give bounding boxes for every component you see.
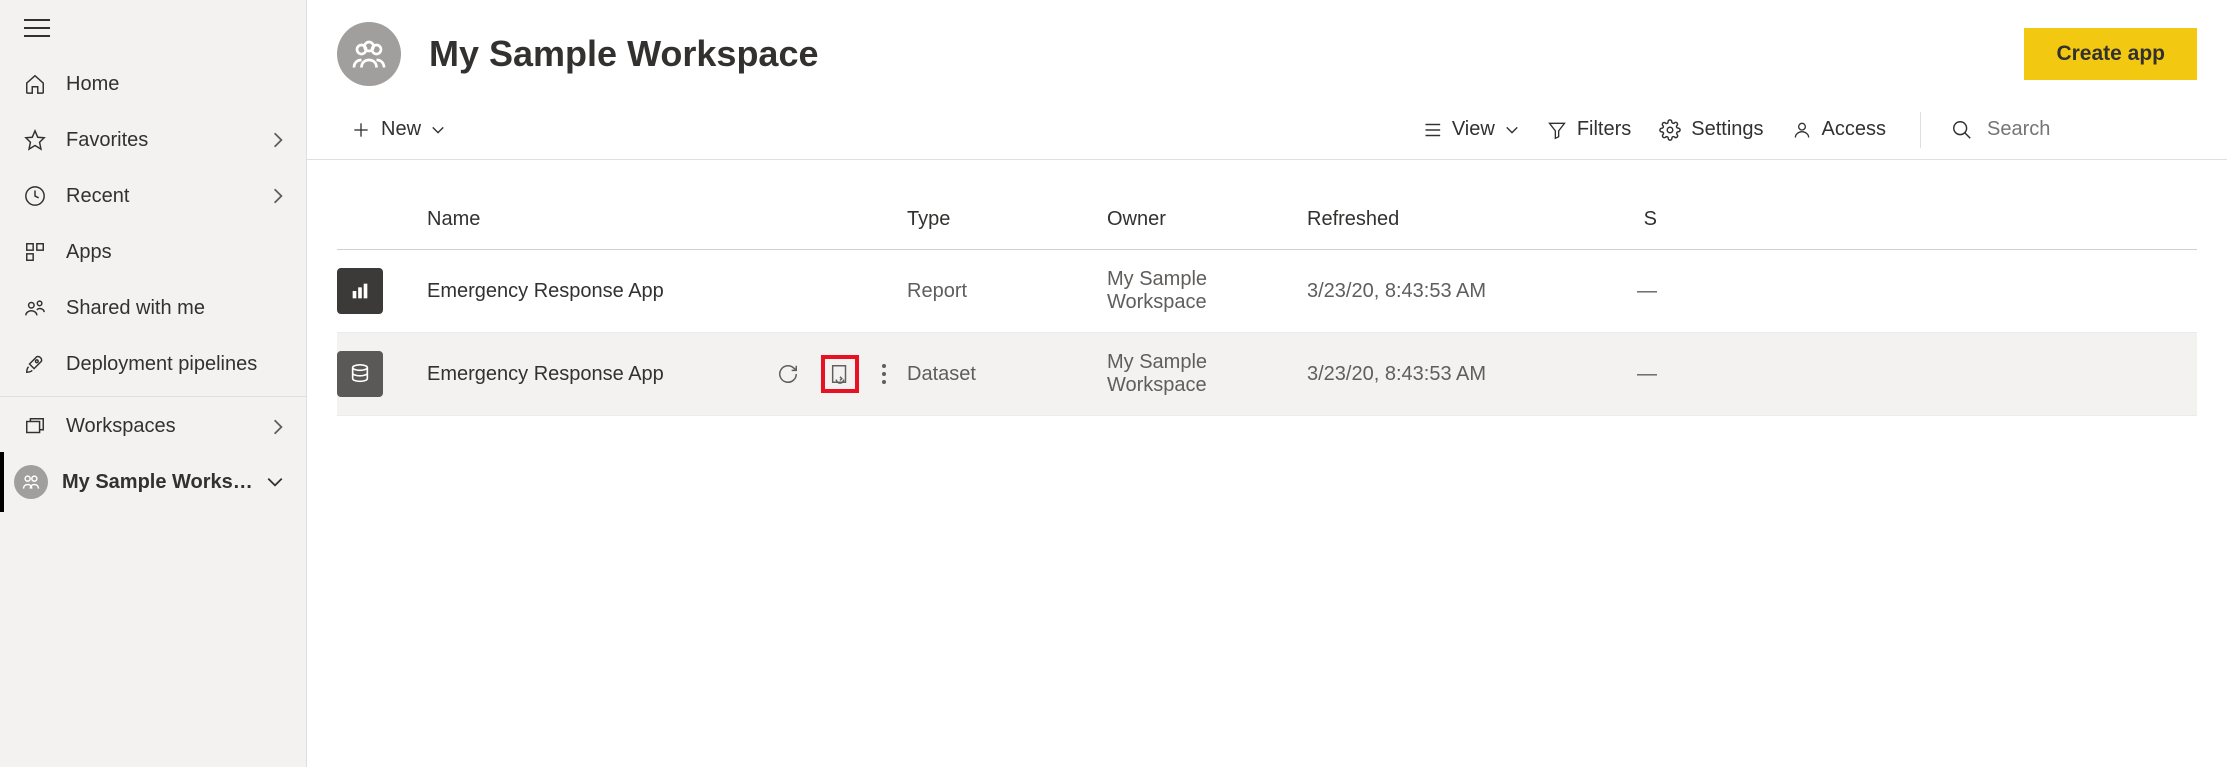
item-type: Dataset: [907, 345, 1107, 404]
person-icon: [1792, 120, 1812, 140]
column-header-sensitivity[interactable]: S: [1547, 190, 1657, 249]
item-sensitivity: —: [1547, 262, 1657, 321]
sidebar-item-favorites[interactable]: Favorites: [0, 112, 306, 168]
sidebar-item-label: Shared with me: [66, 297, 284, 320]
sidebar-item-home[interactable]: Home: [0, 56, 306, 112]
workspace-header: My Sample Workspace Create app: [307, 0, 2227, 104]
sidebar: Home Favorites Recent Apps: [0, 0, 307, 767]
hamburger-icon: [24, 18, 50, 38]
sidebar-item-label: Workspaces: [66, 415, 272, 438]
sidebar-item-label: Apps: [66, 241, 284, 264]
clock-icon: [22, 185, 48, 207]
item-name: Emergency Response App: [427, 363, 777, 386]
column-header-owner[interactable]: Owner: [1107, 190, 1307, 249]
view-label: View: [1452, 118, 1495, 141]
item-refreshed: 3/23/20, 8:43:53 AM: [1307, 345, 1547, 404]
home-icon: [22, 73, 48, 95]
filters-label: Filters: [1577, 118, 1631, 141]
table-row[interactable]: Emergency Response App Report My Sample …: [337, 250, 2197, 333]
plus-icon: [351, 120, 371, 140]
more-options-button[interactable]: [881, 363, 887, 385]
rocket-icon: [22, 353, 48, 375]
current-workspace-label: My Sample Works…: [62, 471, 266, 494]
item-refreshed: 3/23/20, 8:43:53 AM: [1307, 262, 1547, 321]
column-header-name[interactable]: Name: [427, 190, 907, 249]
schedule-refresh-button[interactable]: [821, 355, 859, 393]
search-icon: [1951, 119, 1973, 141]
sidebar-item-label: Favorites: [66, 129, 272, 152]
workspace-large-avatar-icon: [337, 22, 401, 86]
sidebar-current-workspace[interactable]: My Sample Works…: [0, 452, 306, 512]
view-icon: [1420, 121, 1442, 139]
view-button[interactable]: View: [1406, 110, 1533, 149]
report-icon: [337, 268, 383, 314]
item-type: Report: [907, 262, 1107, 321]
new-label: New: [381, 118, 421, 141]
item-owner: My Sample Workspace: [1107, 250, 1307, 332]
table-header-row: Name Type Owner Refreshed S: [337, 190, 2197, 250]
star-icon: [22, 129, 48, 151]
chevron-down-icon: [1505, 125, 1519, 135]
apps-icon: [22, 241, 48, 263]
workspace-title: My Sample Workspace: [429, 33, 2024, 75]
toolbar-separator: [1920, 112, 1921, 148]
item-owner: My Sample Workspace: [1107, 333, 1307, 415]
item-sensitivity: —: [1547, 345, 1657, 404]
sidebar-item-workspaces[interactable]: Workspaces: [0, 396, 306, 452]
chevron-down-icon: [431, 125, 445, 135]
sidebar-item-recent[interactable]: Recent: [0, 168, 306, 224]
sidebar-item-apps[interactable]: Apps: [0, 224, 306, 280]
toolbar: New View Filters: [307, 104, 2227, 160]
settings-button[interactable]: Settings: [1645, 110, 1777, 149]
filter-icon: [1547, 120, 1567, 140]
dataset-icon: [337, 351, 383, 397]
filters-button[interactable]: Filters: [1533, 110, 1645, 149]
sidebar-item-label: Recent: [66, 185, 272, 208]
sidebar-item-label: Deployment pipelines: [66, 353, 284, 376]
chevron-right-icon: [272, 187, 284, 205]
new-button[interactable]: New: [337, 110, 459, 149]
sidebar-item-shared[interactable]: Shared with me: [0, 280, 306, 336]
create-app-button[interactable]: Create app: [2024, 28, 2197, 80]
sidebar-item-label: Home: [66, 73, 284, 96]
sidebar-item-pipelines[interactable]: Deployment pipelines: [0, 336, 306, 392]
settings-label: Settings: [1691, 118, 1763, 141]
chevron-down-icon: [266, 476, 284, 488]
access-label: Access: [1822, 118, 1886, 141]
search-input[interactable]: [1987, 118, 2187, 141]
refresh-now-button[interactable]: [777, 363, 799, 385]
gear-icon: [1659, 119, 1681, 141]
table-row[interactable]: Emergency Response App Dataset: [337, 333, 2197, 416]
access-button[interactable]: Access: [1778, 110, 1900, 149]
item-name: Emergency Response App: [427, 262, 907, 321]
chevron-right-icon: [272, 418, 284, 436]
column-header-refreshed[interactable]: Refreshed: [1307, 190, 1547, 249]
search-box[interactable]: [1941, 110, 2197, 149]
hamburger-menu[interactable]: [0, 0, 306, 56]
column-header-type[interactable]: Type: [907, 190, 1107, 249]
row-actions: [777, 355, 907, 393]
workspace-avatar-icon: [14, 465, 48, 499]
shared-icon: [22, 297, 48, 319]
content-table: Name Type Owner Refreshed S Emergency Re…: [307, 190, 2227, 416]
main-content: My Sample Workspace Create app New View: [307, 0, 2227, 767]
workspaces-icon: [22, 416, 48, 438]
chevron-right-icon: [272, 131, 284, 149]
